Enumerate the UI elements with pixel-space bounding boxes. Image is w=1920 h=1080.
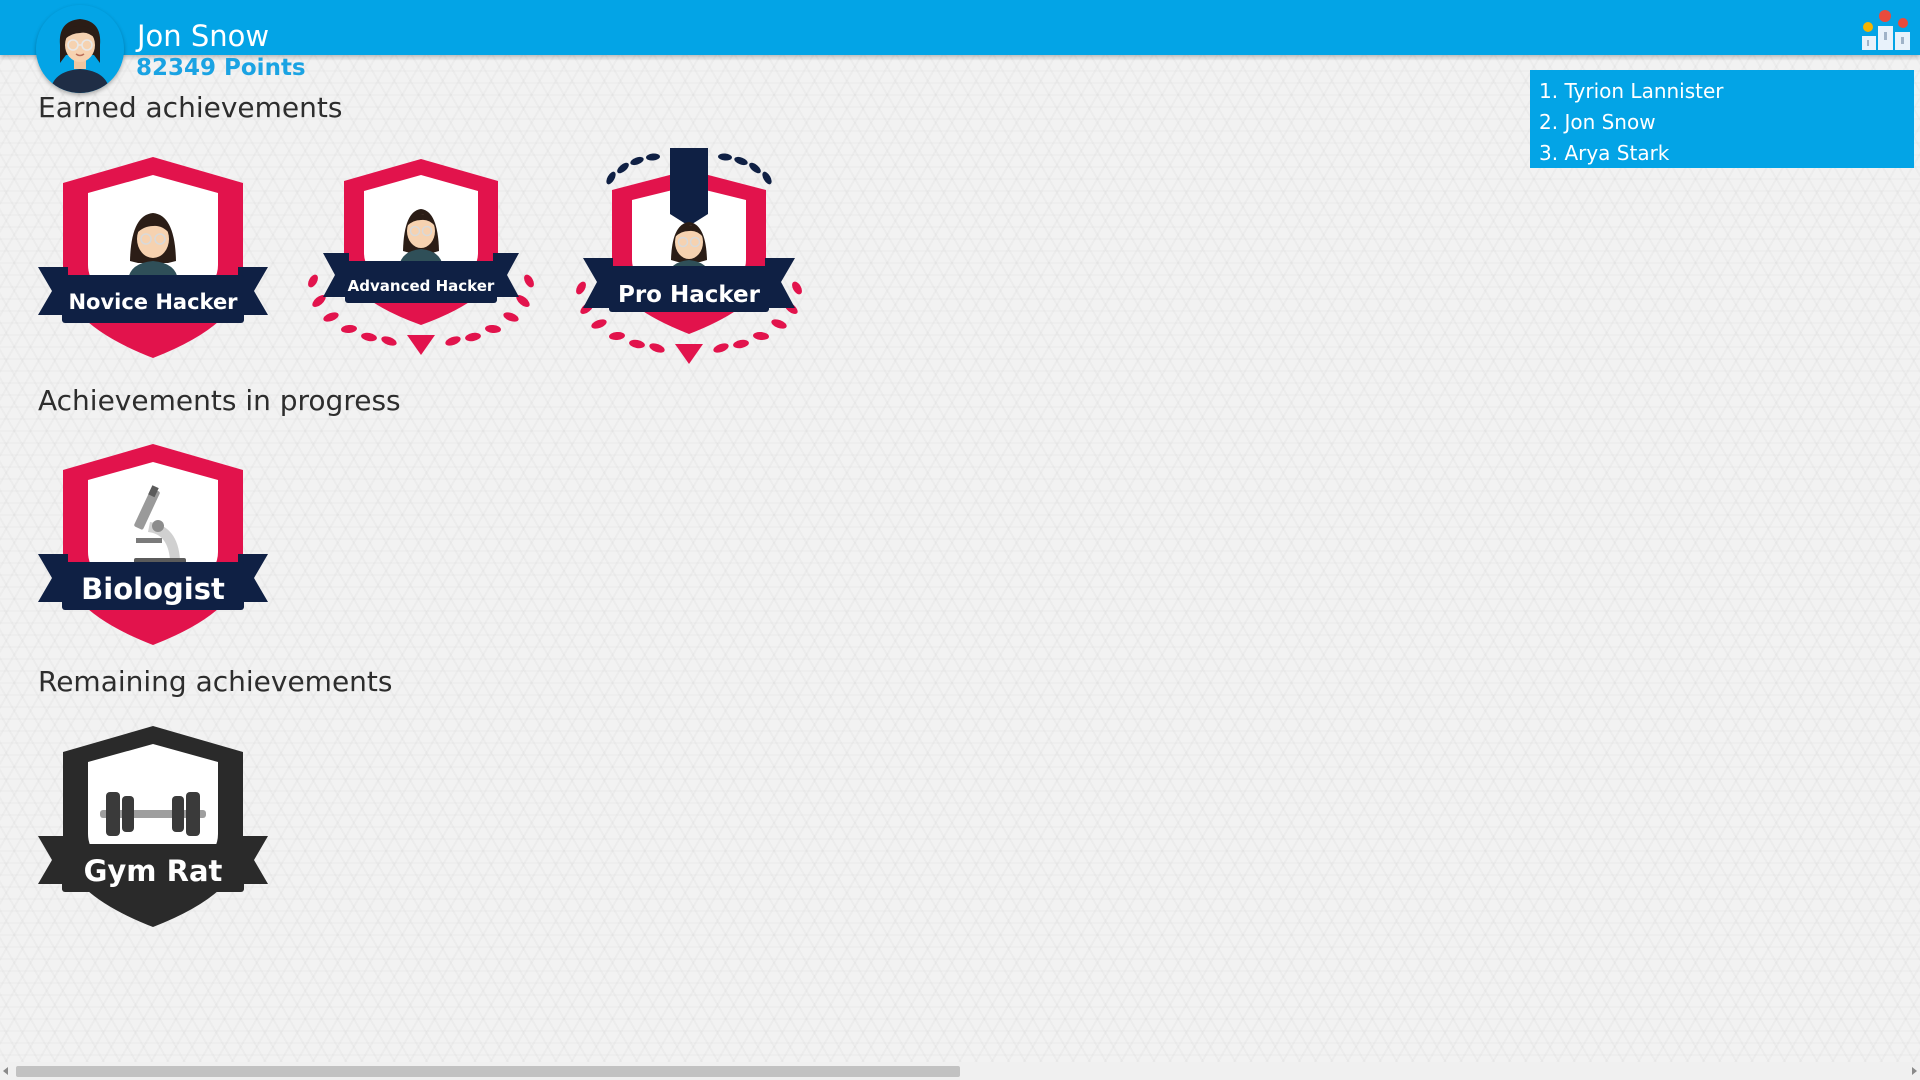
badge-advanced-hacker[interactable]: Advanced Hacker <box>305 157 537 357</box>
scroll-right-arrow-icon[interactable] <box>1912 1067 1917 1075</box>
scrollbar-thumb[interactable] <box>16 1066 960 1077</box>
leaderboard-panel: 1. Tyrion Lannister 2. Jon Snow 3. Arya … <box>1530 70 1914 168</box>
badge-novice-hacker[interactable]: Novice Hacker <box>38 155 268 360</box>
badge-gym-rat[interactable]: Gym Rat <box>38 724 268 929</box>
podium-icon[interactable] <box>1862 8 1910 50</box>
leaderboard-item[interactable]: 2. Jon Snow <box>1530 107 1914 138</box>
scroll-left-arrow-icon[interactable] <box>3 1067 8 1075</box>
leaderboard-item[interactable]: 1. Tyrion Lannister <box>1530 76 1914 107</box>
badge-label-novice: Novice Hacker <box>68 290 238 314</box>
badge-biologist[interactable]: Biologist <box>38 442 268 647</box>
user-points: 82349 Points <box>136 55 306 81</box>
horizontal-scrollbar[interactable] <box>0 1062 1920 1080</box>
user-name: Jon Snow <box>137 19 270 53</box>
user-avatar[interactable] <box>36 5 124 93</box>
badge-label-advanced: Advanced Hacker <box>348 277 495 295</box>
section-title-remaining: Remaining achievements <box>38 665 393 698</box>
badge-pro-hacker[interactable]: Pro Hacker <box>573 148 805 366</box>
badge-label-gym: Gym Rat <box>84 854 223 888</box>
leaderboard-item[interactable]: 3. Arya Stark <box>1530 138 1914 169</box>
badge-label-pro: Pro Hacker <box>618 282 761 308</box>
section-title-in-progress: Achievements in progress <box>38 384 401 417</box>
top-bar <box>0 0 1920 55</box>
badge-label-biologist: Biologist <box>81 572 225 606</box>
section-title-earned: Earned achievements <box>38 91 343 124</box>
